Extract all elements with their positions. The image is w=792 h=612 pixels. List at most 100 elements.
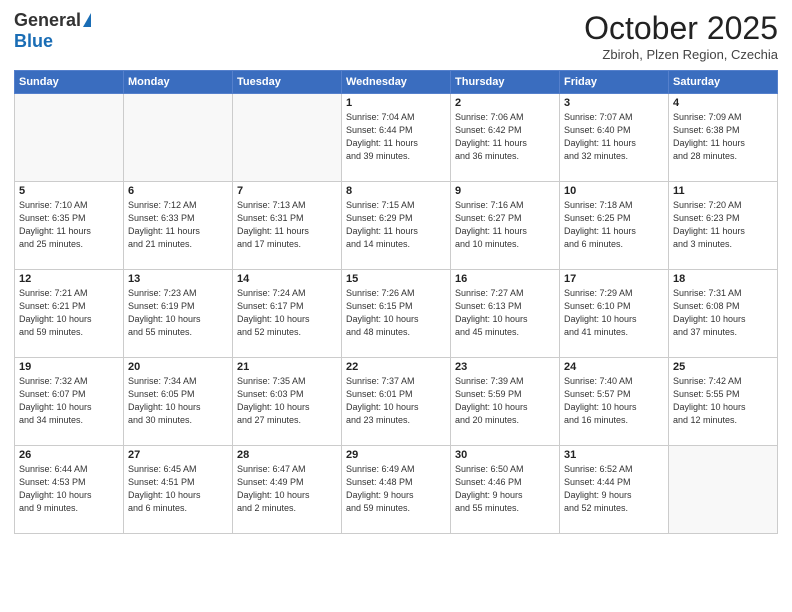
week-row-4: 26 Sunrise: 6:44 AM Sunset: 4:53 PM Dayli… <box>15 446 778 534</box>
day-info: Sunrise: 7:31 AM Sunset: 6:08 PM Dayligh… <box>673 287 773 339</box>
day-number: 10 <box>564 185 664 197</box>
day-info: Sunrise: 7:26 AM Sunset: 6:15 PM Dayligh… <box>346 287 446 339</box>
title-block: October 2025 Zbiroh, Plzen Region, Czech… <box>584 10 778 62</box>
table-row <box>233 94 342 182</box>
day-number: 11 <box>673 185 773 197</box>
table-row: 10 Sunrise: 7:18 AM Sunset: 6:25 PM Dayli… <box>560 182 669 270</box>
day-info: Sunrise: 6:45 AM Sunset: 4:51 PM Dayligh… <box>128 463 228 515</box>
header-saturday: Saturday <box>669 71 778 94</box>
header-sunday: Sunday <box>15 71 124 94</box>
table-row <box>15 94 124 182</box>
table-row: 13 Sunrise: 7:23 AM Sunset: 6:19 PM Dayli… <box>124 270 233 358</box>
table-row: 16 Sunrise: 7:27 AM Sunset: 6:13 PM Dayli… <box>451 270 560 358</box>
logo-general: General <box>14 10 81 31</box>
header-thursday: Thursday <box>451 71 560 94</box>
table-row: 18 Sunrise: 7:31 AM Sunset: 6:08 PM Dayli… <box>669 270 778 358</box>
day-number: 15 <box>346 273 446 285</box>
day-number: 25 <box>673 361 773 373</box>
table-row: 29 Sunrise: 6:49 AM Sunset: 4:48 PM Dayli… <box>342 446 451 534</box>
table-row: 14Sunrise: 7:24 AM Sunset: 6:17 PM Dayli… <box>233 270 342 358</box>
table-row: 19 Sunrise: 7:32 AM Sunset: 6:07 PM Dayli… <box>15 358 124 446</box>
table-row: 3 Sunrise: 7:07 AM Sunset: 6:40 PM Daylig… <box>560 94 669 182</box>
day-number: 6 <box>128 185 228 197</box>
table-row: 1Sunrise: 7:04 AM Sunset: 6:44 PM Daylig… <box>342 94 451 182</box>
day-info: Sunrise: 7:42 AM Sunset: 5:55 PM Dayligh… <box>673 375 773 427</box>
table-row: 8 Sunrise: 7:15 AM Sunset: 6:29 PM Daylig… <box>342 182 451 270</box>
day-info: Sunrise: 7:23 AM Sunset: 6:19 PM Dayligh… <box>128 287 228 339</box>
table-row: 24Sunrise: 7:40 AM Sunset: 5:57 PM Dayli… <box>560 358 669 446</box>
calendar-table: Sunday Monday Tuesday Wednesday Thursday… <box>14 70 778 534</box>
day-info: Sunrise: 6:47 AM Sunset: 4:49 PM Dayligh… <box>237 463 337 515</box>
table-row: 31 Sunrise: 6:52 AM Sunset: 4:44 PM Dayli… <box>560 446 669 534</box>
header-wednesday: Wednesday <box>342 71 451 94</box>
day-info: Sunrise: 7:21 AM Sunset: 6:21 PM Dayligh… <box>19 287 119 339</box>
weekday-header-row: Sunday Monday Tuesday Wednesday Thursday… <box>15 71 778 94</box>
day-number: 5 <box>19 185 119 197</box>
day-number: 2 <box>455 97 555 109</box>
logo-text: General <box>14 10 91 31</box>
day-info: Sunrise: 6:50 AM Sunset: 4:46 PM Dayligh… <box>455 463 555 515</box>
day-number: 16 <box>455 273 555 285</box>
day-number: 27 <box>128 449 228 461</box>
day-number: 24 <box>564 361 664 373</box>
day-number: 21 <box>237 361 337 373</box>
day-info: Sunrise: 7:07 AM Sunset: 6:40 PM Dayligh… <box>564 111 664 163</box>
page-header: General Blue October 2025 Zbiroh, Plzen … <box>14 10 778 62</box>
day-info: Sunrise: 7:18 AM Sunset: 6:25 PM Dayligh… <box>564 199 664 251</box>
day-info: Sunrise: 7:27 AM Sunset: 6:13 PM Dayligh… <box>455 287 555 339</box>
day-info: Sunrise: 7:37 AM Sunset: 6:01 PM Dayligh… <box>346 375 446 427</box>
table-row: 5 Sunrise: 7:10 AM Sunset: 6:35 PM Daylig… <box>15 182 124 270</box>
table-row: 27 Sunrise: 6:45 AM Sunset: 4:51 PM Dayli… <box>124 446 233 534</box>
day-number: 8 <box>346 185 446 197</box>
day-number: 7 <box>237 185 337 197</box>
day-number: 29 <box>346 449 446 461</box>
table-row: 7 Sunrise: 7:13 AM Sunset: 6:31 PM Daylig… <box>233 182 342 270</box>
day-number: 20 <box>128 361 228 373</box>
day-info: Sunrise: 7:13 AM Sunset: 6:31 PM Dayligh… <box>237 199 337 251</box>
day-number: 26 <box>19 449 119 461</box>
location-subtitle: Zbiroh, Plzen Region, Czechia <box>584 47 778 62</box>
day-number: 23 <box>455 361 555 373</box>
logo-blue: Blue <box>14 31 53 52</box>
day-info: Sunrise: 6:49 AM Sunset: 4:48 PM Dayligh… <box>346 463 446 515</box>
day-number: 28 <box>237 449 337 461</box>
day-number: 31 <box>564 449 664 461</box>
day-number: 18 <box>673 273 773 285</box>
table-row: 12Sunrise: 7:21 AM Sunset: 6:21 PM Dayli… <box>15 270 124 358</box>
table-row: 28 Sunrise: 6:47 AM Sunset: 4:49 PM Dayli… <box>233 446 342 534</box>
week-row-0: 1Sunrise: 7:04 AM Sunset: 6:44 PM Daylig… <box>15 94 778 182</box>
day-number: 13 <box>128 273 228 285</box>
table-row: 2 Sunrise: 7:06 AM Sunset: 6:42 PM Daylig… <box>451 94 560 182</box>
day-number: 3 <box>564 97 664 109</box>
table-row: 25 Sunrise: 7:42 AM Sunset: 5:55 PM Dayli… <box>669 358 778 446</box>
day-info: Sunrise: 7:39 AM Sunset: 5:59 PM Dayligh… <box>455 375 555 427</box>
day-info: Sunrise: 7:15 AM Sunset: 6:29 PM Dayligh… <box>346 199 446 251</box>
table-row: 15 Sunrise: 7:26 AM Sunset: 6:15 PM Dayli… <box>342 270 451 358</box>
table-row: 26 Sunrise: 6:44 AM Sunset: 4:53 PM Dayli… <box>15 446 124 534</box>
day-number: 14 <box>237 273 337 285</box>
day-info: Sunrise: 7:32 AM Sunset: 6:07 PM Dayligh… <box>19 375 119 427</box>
day-info: Sunrise: 7:10 AM Sunset: 6:35 PM Dayligh… <box>19 199 119 251</box>
day-info: Sunrise: 7:06 AM Sunset: 6:42 PM Dayligh… <box>455 111 555 163</box>
day-info: Sunrise: 6:52 AM Sunset: 4:44 PM Dayligh… <box>564 463 664 515</box>
table-row <box>124 94 233 182</box>
day-info: Sunrise: 7:34 AM Sunset: 6:05 PM Dayligh… <box>128 375 228 427</box>
day-number: 19 <box>19 361 119 373</box>
day-number: 22 <box>346 361 446 373</box>
table-row: 30 Sunrise: 6:50 AM Sunset: 4:46 PM Dayli… <box>451 446 560 534</box>
day-info: Sunrise: 7:35 AM Sunset: 6:03 PM Dayligh… <box>237 375 337 427</box>
day-info: Sunrise: 7:20 AM Sunset: 6:23 PM Dayligh… <box>673 199 773 251</box>
day-info: Sunrise: 7:04 AM Sunset: 6:44 PM Dayligh… <box>346 111 446 163</box>
day-info: Sunrise: 7:16 AM Sunset: 6:27 PM Dayligh… <box>455 199 555 251</box>
day-info: Sunrise: 7:29 AM Sunset: 6:10 PM Dayligh… <box>564 287 664 339</box>
day-info: Sunrise: 6:44 AM Sunset: 4:53 PM Dayligh… <box>19 463 119 515</box>
header-tuesday: Tuesday <box>233 71 342 94</box>
day-number: 17 <box>564 273 664 285</box>
day-number: 30 <box>455 449 555 461</box>
month-title: October 2025 <box>584 10 778 47</box>
week-row-1: 5 Sunrise: 7:10 AM Sunset: 6:35 PM Daylig… <box>15 182 778 270</box>
logo-triangle-icon <box>83 13 91 27</box>
day-info: Sunrise: 7:12 AM Sunset: 6:33 PM Dayligh… <box>128 199 228 251</box>
table-row: 4Sunrise: 7:09 AM Sunset: 6:38 PM Daylig… <box>669 94 778 182</box>
week-row-3: 19 Sunrise: 7:32 AM Sunset: 6:07 PM Dayli… <box>15 358 778 446</box>
